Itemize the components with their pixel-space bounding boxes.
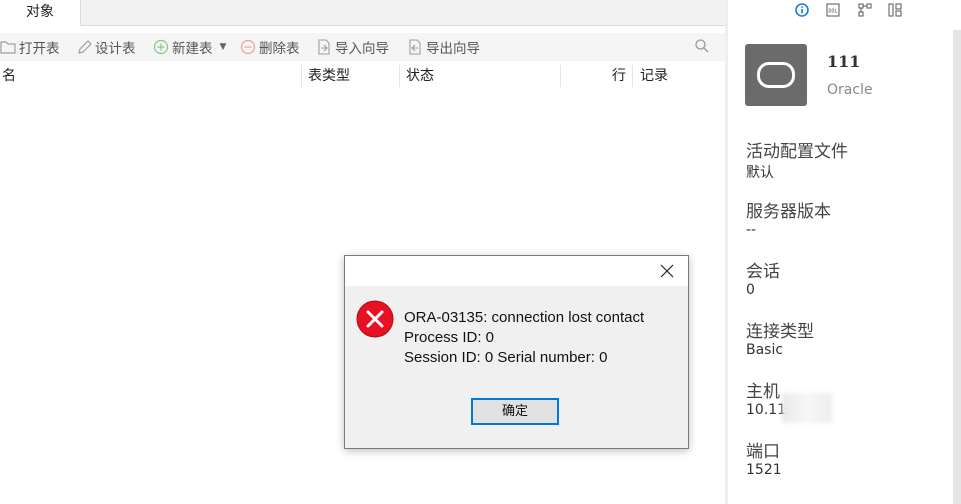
prop-label-server-version: 服务器版本: [746, 202, 831, 222]
column-name[interactable]: 名: [2, 63, 16, 89]
tab-bar: 对象: [0, 0, 725, 26]
prop-value-server-version: --: [746, 222, 757, 238]
error-line-code: ORA-03135: connection lost contact: [404, 309, 645, 326]
error-line-process: Process ID: 0: [404, 329, 495, 346]
error-message: ORA-03135: connection lost contact Proce…: [404, 308, 644, 368]
prop-label-sessions: 会话: [746, 262, 780, 282]
info-icon[interactable]: [795, 3, 809, 17]
connection-name: 111: [827, 52, 861, 71]
toolbar: 打开表 设计表 新建表 ▼ 删除表 导入向导 导出向导: [0, 33, 725, 61]
pencil-icon: [78, 39, 92, 54]
design-table-label: 设计表: [95, 41, 136, 57]
ddl-icon[interactable]: DDL: [826, 3, 840, 17]
tab-objects[interactable]: 对象: [0, 0, 81, 26]
delete-table-label: 删除表: [259, 41, 300, 57]
column-records[interactable]: 记录: [640, 63, 668, 89]
column-separator[interactable]: [399, 65, 400, 87]
dialog-titlebar[interactable]: [345, 256, 688, 286]
column-status[interactable]: 状态: [406, 63, 434, 89]
column-separator[interactable]: [560, 65, 561, 87]
column-separator[interactable]: [301, 65, 302, 87]
chevron-down-icon[interactable]: ▼: [220, 42, 227, 52]
prop-value-sessions: 0: [746, 282, 755, 298]
close-icon[interactable]: [660, 264, 674, 278]
er-diagram-icon[interactable]: [858, 3, 872, 17]
new-table-button[interactable]: 新建表 ▼: [153, 33, 226, 61]
new-table-label: 新建表: [172, 41, 213, 57]
ok-button[interactable]: 确定: [471, 398, 559, 425]
error-dialog: ORA-03135: connection lost contact Proce…: [344, 255, 689, 449]
export-wizard-button[interactable]: 导出向导: [407, 33, 480, 61]
prop-value-connection-type: Basic: [746, 342, 784, 358]
import-wizard-label: 导入向导: [335, 41, 389, 57]
svg-text:DDL: DDL: [828, 8, 837, 14]
folder-icon: [0, 41, 16, 54]
open-table-label: 打开表: [19, 41, 60, 57]
delete-table-button[interactable]: 删除表: [240, 33, 300, 61]
prop-label-active-profile: 活动配置文件: [746, 142, 848, 162]
column-header-row: 名 表类型 状态 行 记录: [0, 63, 725, 89]
prop-value-active-profile: 默认: [746, 165, 774, 181]
prop-label-host: 主机: [746, 382, 780, 402]
redacted-host-blur: [782, 393, 832, 423]
plus-circle-icon: [153, 39, 169, 55]
minus-circle-icon: [240, 39, 256, 55]
column-table-type[interactable]: 表类型: [308, 63, 350, 89]
info-panel-scrollbar[interactable]: [953, 30, 961, 504]
oracle-logo: [745, 44, 807, 106]
column-separator[interactable]: [632, 65, 633, 87]
design-table-button[interactable]: 设计表: [77, 33, 136, 61]
prop-value-port: 1521: [746, 462, 782, 478]
open-table-button[interactable]: 打开表: [0, 33, 60, 61]
error-line-session: Session ID: 0 Serial number: 0: [404, 349, 608, 366]
connection-type: Oracle: [827, 82, 873, 98]
export-icon: [409, 39, 421, 55]
prop-label-connection-type: 连接类型: [746, 322, 814, 342]
prop-label-port: 端口: [746, 442, 780, 462]
info-panel: DDL 111 Oracle 活动配置文件 默认 服务器版本 -- 会话 0 连…: [728, 0, 953, 504]
import-wizard-button[interactable]: 导入向导: [316, 33, 389, 61]
import-icon: [318, 39, 330, 55]
error-icon: [356, 300, 394, 338]
prop-value-host: 10.11: [746, 402, 787, 418]
layout-icon[interactable]: [888, 3, 902, 17]
column-rows[interactable]: 行: [612, 63, 626, 89]
export-wizard-label: 导出向导: [426, 41, 480, 57]
search-icon[interactable]: [694, 38, 710, 54]
